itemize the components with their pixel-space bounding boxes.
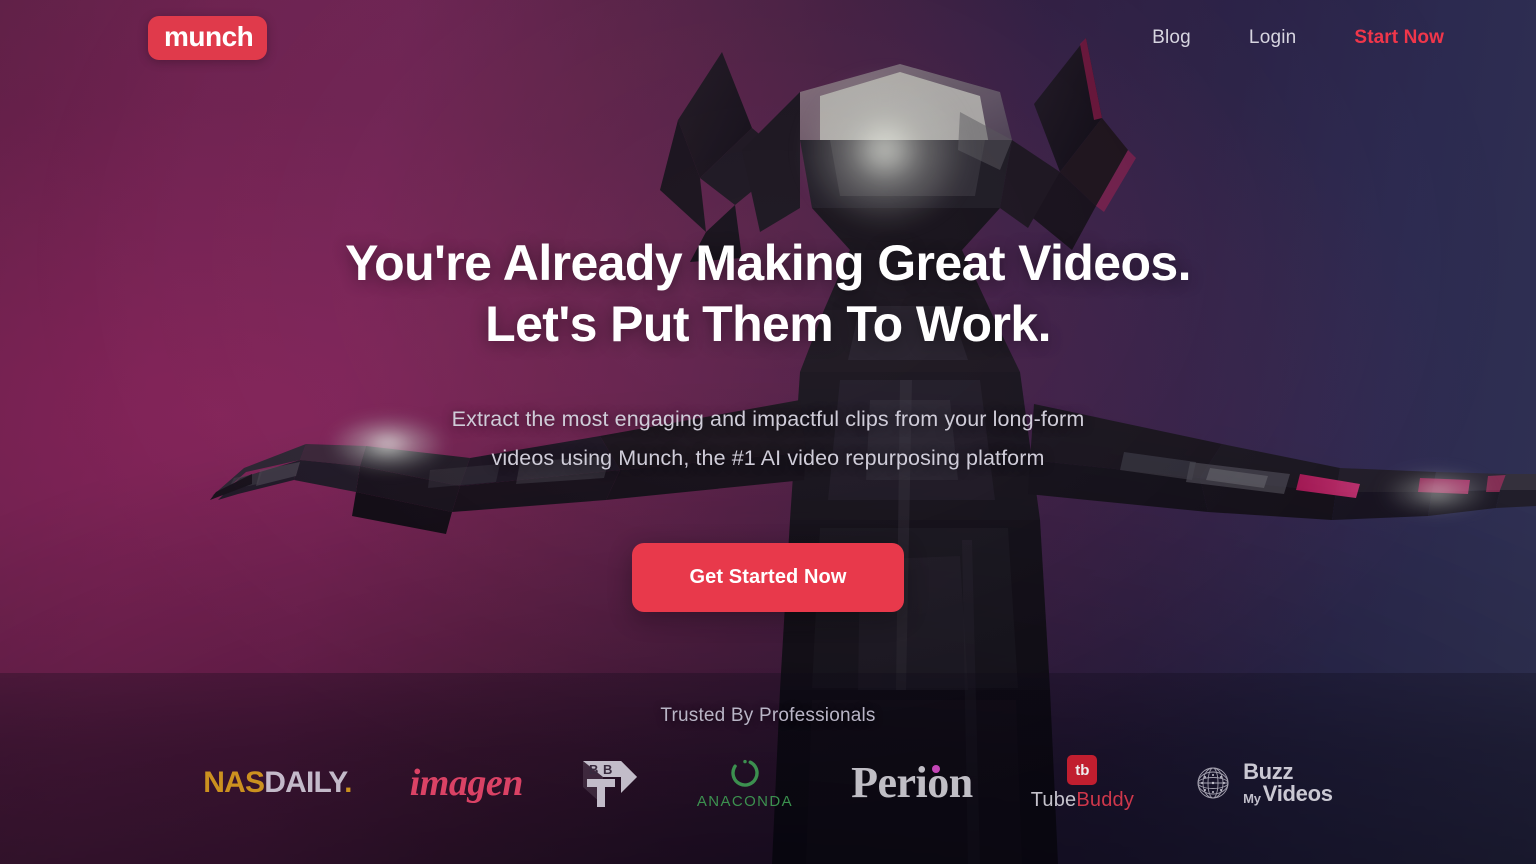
- hero-subheading-line1: Extract the most engaging and impactful …: [451, 407, 1085, 431]
- imagen-wordmark: imagen: [409, 761, 524, 804]
- buzzmyvideos-wordmark: Buzz My Videos: [1243, 758, 1333, 806]
- partner-logo-nasdaily[interactable]: NASDAILY.: [203, 765, 352, 799]
- hero-headline-line2: Let's Put Them To Work.: [485, 295, 1051, 352]
- nasdaily-nas-text: NAS: [203, 765, 265, 799]
- tubebuddy-tube-text: Tube: [1030, 789, 1077, 811]
- partner-logo-strip: NASDAILY. imagen B B ANACONDA Perion tb …: [0, 755, 1536, 810]
- partner-logo-anaconda[interactable]: ANACONDA: [697, 756, 793, 809]
- buzzmyvideos-lockup: Buzz My Videos: [1192, 758, 1333, 806]
- landing-page: munch Blog Login Start Now You're Alread…: [0, 0, 1536, 864]
- svg-text:B: B: [589, 762, 598, 777]
- buzzmyvideos-videos-text: Videos: [1262, 780, 1333, 806]
- nav-start-now-link[interactable]: Start Now: [1354, 27, 1444, 49]
- nav-links: Blog Login Start Now: [1152, 27, 1444, 49]
- tubebuddy-lockup: tb TubeBuddy: [1031, 755, 1134, 810]
- partner-logo-tubebuddy[interactable]: tb TubeBuddy: [1031, 755, 1134, 810]
- buzzmyvideos-buzz-text: Buzz: [1243, 758, 1294, 784]
- perion-wordmark: Perion: [851, 757, 973, 807]
- partner-logo-imagen[interactable]: imagen: [409, 761, 524, 804]
- svg-text:B: B: [603, 762, 612, 777]
- munch-logo[interactable]: munch: [148, 16, 268, 60]
- anaconda-ring-icon: [731, 759, 759, 787]
- get-started-now-button[interactable]: Get Started Now: [632, 543, 904, 613]
- buzzmyvideos-my-text: My: [1243, 790, 1261, 806]
- nasdaily-daily-text: DAILY: [264, 765, 345, 799]
- nasdaily-wordmark: NASDAILY.: [203, 765, 352, 799]
- nav-link-login[interactable]: Login: [1249, 27, 1297, 49]
- hero-section: You're Already Making Great Videos. Let'…: [0, 0, 1536, 613]
- tubebuddy-buddy-text: Buddy: [1076, 789, 1135, 811]
- trusted-by-section: Trusted By Professionals NASDAILY. image…: [0, 673, 1536, 864]
- bbtv-mark-icon: B B: [581, 757, 639, 809]
- top-navigation-bar: munch Blog Login Start Now: [0, 0, 1536, 76]
- tubebuddy-mark-icon: tb: [1067, 755, 1098, 785]
- globe-icon: [1197, 767, 1229, 798]
- hero-subheading-line2: videos using Munch, the #1 AI video repu…: [491, 446, 1045, 471]
- partner-logo-buzzmyvideos[interactable]: Buzz My Videos: [1192, 758, 1333, 806]
- partner-logo-perion[interactable]: Perion: [851, 757, 973, 807]
- anaconda-lockup: ANACONDA: [697, 756, 793, 809]
- hero-subheading: Extract the most engaging and impactful …: [452, 400, 1085, 478]
- nasdaily-dot-text: .: [344, 765, 352, 799]
- buzzmyvideos-second-row: My Videos: [1243, 780, 1333, 806]
- perion-accent-dot-icon: [931, 764, 940, 773]
- nav-link-blog[interactable]: Blog: [1152, 27, 1191, 49]
- munch-logo-text: munch: [164, 21, 254, 52]
- partner-logo-bbtv[interactable]: B B: [581, 757, 639, 809]
- trusted-by-title: Trusted By Professionals: [660, 705, 876, 726]
- hero-headline-line1: You're Already Making Great Videos.: [345, 235, 1191, 291]
- anaconda-wordmark: ANACONDA: [696, 793, 794, 810]
- perion-wordmark-wrapper: Perion: [851, 757, 973, 807]
- hero-headline: You're Already Making Great Videos. Let'…: [345, 233, 1191, 354]
- hero-cta-wrapper: Get Started Now: [632, 543, 904, 613]
- tubebuddy-wordmark: TubeBuddy: [1031, 790, 1134, 810]
